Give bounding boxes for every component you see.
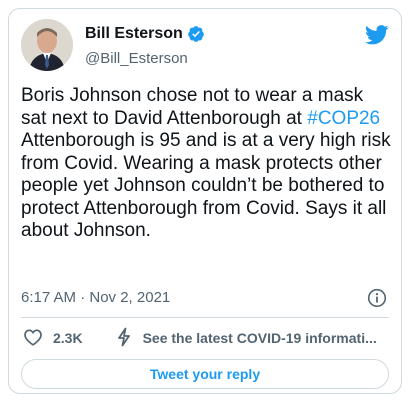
tweet-timestamp[interactable]: 6:17 AM · Nov 2, 2021 — [21, 289, 170, 306]
tweet-text-end: Attenborough is 95 and is at a very high… — [21, 130, 391, 241]
tweet-reply-button[interactable]: Tweet your reply — [21, 359, 389, 389]
like-count: 2.3K — [53, 330, 83, 346]
tweet-actions: 2.3K See the latest COVID-19 informati..… — [23, 327, 391, 349]
info-icon[interactable] — [367, 288, 387, 308]
covid-info-label: See the latest COVID-19 informati... — [142, 330, 377, 346]
avatar[interactable] — [21, 19, 73, 71]
tweet-card: Bill Esterson @Bill_Esterson Boris Johns… — [8, 8, 402, 394]
tweet-text: Boris Johnson chose not to wear a mask s… — [21, 85, 393, 243]
lightning-icon — [117, 327, 131, 350]
author-row: Bill Esterson — [85, 25, 205, 43]
twitter-bird-icon[interactable] — [365, 25, 389, 45]
covid-info-link[interactable]: See the latest COVID-19 informati... — [117, 327, 389, 350]
verified-badge-icon — [187, 25, 205, 43]
divider — [21, 317, 389, 318]
author-name[interactable]: Bill Esterson — [85, 25, 183, 43]
heart-icon — [23, 328, 43, 349]
author-handle[interactable]: @Bill_Esterson — [85, 50, 188, 67]
like-button[interactable]: 2.3K — [23, 328, 83, 349]
hashtag-link[interactable]: #COP26 — [307, 108, 380, 129]
